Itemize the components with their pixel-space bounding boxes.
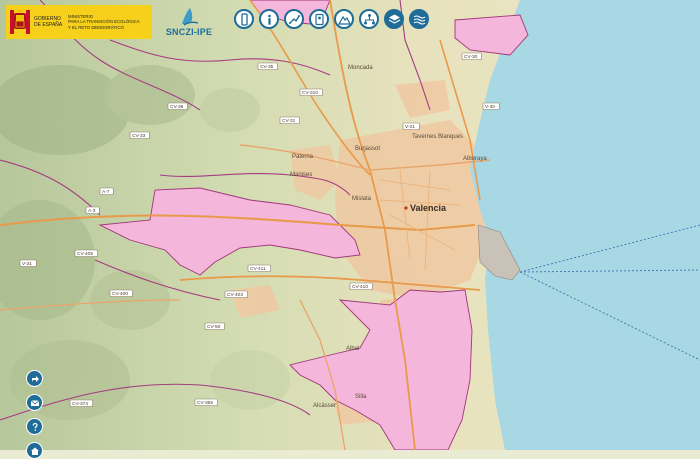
help-icon <box>32 422 38 431</box>
water-button[interactable] <box>409 9 429 29</box>
road-badge: CV-50 <box>204 322 225 330</box>
svg-text:CV-31: CV-31 <box>282 118 296 124</box>
gov-line2: DE ESPAÑA <box>34 22 63 28</box>
app-name: SNCZI-IPE <box>165 27 213 37</box>
city-label-valencia: Valencia <box>410 203 447 213</box>
place-albal: Albal <box>346 346 359 352</box>
place-paterna: Paterna <box>292 154 314 160</box>
home-icon <box>30 447 39 455</box>
road-badge: CV-374 <box>69 399 93 407</box>
layers-button[interactable] <box>384 9 404 29</box>
sea <box>470 0 700 450</box>
coat-of-arms-icon <box>10 10 30 34</box>
side-tools <box>26 370 43 459</box>
home-button[interactable] <box>26 442 43 459</box>
mail-icon <box>30 399 39 406</box>
road-badge: V-30 <box>482 102 500 110</box>
toolbar <box>234 9 429 29</box>
place-mislata: Mislata <box>352 196 372 202</box>
info-button[interactable] <box>259 9 279 29</box>
network-button[interactable] <box>359 9 379 29</box>
government-banner[interactable]: GOBIERNO DE ESPAÑA MINISTERIO PARA LA TR… <box>6 5 152 39</box>
terrain-button[interactable] <box>334 9 354 29</box>
ministry-line3: Y EL RETO DEMOGRÁFICO <box>68 24 124 30</box>
road-badge: CV-400 <box>109 289 133 297</box>
measure-button[interactable] <box>284 9 304 29</box>
info-icon <box>267 14 271 25</box>
road-badge: CV-405 <box>74 249 98 257</box>
road-badge: CV-411 <box>247 264 271 272</box>
svg-text:CV-374: CV-374 <box>72 401 88 407</box>
svg-text:CV-410: CV-410 <box>352 284 368 290</box>
place-burjassot: Burjassot <box>355 146 380 152</box>
road-badge: CV-31 <box>279 116 300 124</box>
road-badge: A-7 <box>99 187 114 195</box>
svg-text:CV-30: CV-30 <box>464 54 478 60</box>
road-badge: CV-410 <box>349 282 373 290</box>
road-badge: V-21 <box>402 122 420 130</box>
ministry-text: MINISTERIO PARA LA TRANSICIÓN ECOLÓGICA … <box>68 14 148 30</box>
road-badge: CV-33 <box>129 131 150 139</box>
svg-text:CV-411: CV-411 <box>250 266 266 272</box>
svg-text:A-3: A-3 <box>88 208 96 214</box>
svg-text:CV-310: CV-310 <box>302 90 318 96</box>
water-icon <box>413 14 425 25</box>
gov-text: GOBIERNO DE ESPAÑA <box>34 16 64 28</box>
layers-toggle-button[interactable] <box>234 9 254 29</box>
road-badge: CV-35 <box>257 62 278 70</box>
road-badge: V-31 <box>19 259 37 267</box>
svg-text:CV-400: CV-400 <box>112 291 128 297</box>
bookmark-button[interactable] <box>309 9 329 29</box>
road-badge: CV-36 <box>167 102 188 110</box>
snczi-logo[interactable]: SNCZI-IPE <box>160 6 218 38</box>
place-moncada: Moncada <box>348 65 373 71</box>
network-icon <box>363 13 375 24</box>
city-marker <box>404 206 408 210</box>
svg-text:V-21: V-21 <box>405 124 415 130</box>
mail-button[interactable] <box>26 394 43 411</box>
road-badge: CV-310 <box>299 88 323 96</box>
road-badge: CV-30 <box>461 52 482 60</box>
place-alcasser: Alcàsser <box>313 403 336 409</box>
place-tavernes: Tavernes Blanques <box>412 134 463 140</box>
share-button[interactable] <box>26 370 43 387</box>
help-button[interactable] <box>26 418 43 435</box>
ministry-line2: PARA LA TRANSICIÓN ECOLÓGICA <box>68 19 140 25</box>
place-silla: Silla <box>355 394 367 400</box>
svg-text:A-7: A-7 <box>102 189 110 195</box>
place-manises: Manises <box>290 172 312 178</box>
road-badge: A-3 <box>85 206 100 214</box>
measure-icon <box>288 14 300 24</box>
svg-text:V-30: V-30 <box>485 104 495 110</box>
terrain-icon <box>337 15 351 25</box>
road-badge: CV-403 <box>224 290 248 298</box>
share-icon <box>31 375 39 382</box>
water-drop-logo-icon <box>182 8 199 26</box>
place-alboraya: Alboraya <box>463 156 487 162</box>
svg-text:CV-403: CV-403 <box>227 292 243 298</box>
layers-toggle-icon <box>240 12 248 26</box>
bookmark-icon <box>314 13 324 25</box>
svg-text:CV-33: CV-33 <box>132 133 146 139</box>
flood-map[interactable]: CV-35 CV-310 A-7 CV-31 V-21 CV-30 A-3 V-30 CV-36… <box>0 0 700 450</box>
road-badge: CV-365 <box>194 398 218 406</box>
svg-text:CV-50: CV-50 <box>207 324 221 330</box>
layers-icon <box>388 14 400 24</box>
svg-text:CV-36: CV-36 <box>170 104 184 110</box>
svg-text:CV-365: CV-365 <box>197 400 213 406</box>
svg-text:CV-405: CV-405 <box>77 251 93 257</box>
svg-text:CV-35: CV-35 <box>260 64 274 70</box>
svg-text:V-31: V-31 <box>22 261 32 267</box>
